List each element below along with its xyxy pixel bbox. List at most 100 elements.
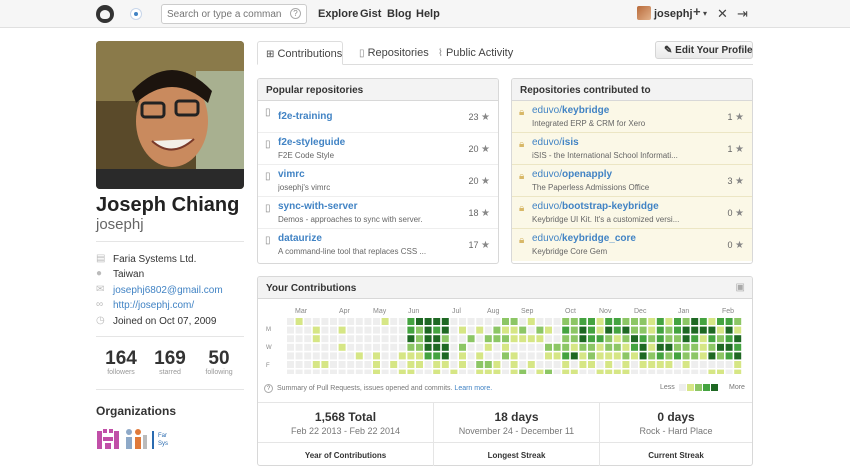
contribution-day[interactable] [407, 352, 415, 360]
contribution-day[interactable] [596, 343, 604, 351]
contribution-day[interactable] [459, 352, 466, 360]
contribution-day[interactable] [304, 335, 312, 343]
contribution-day[interactable] [510, 369, 518, 374]
contribution-day[interactable] [312, 369, 320, 374]
contribution-day[interactable] [734, 369, 742, 374]
contribution-day[interactable] [459, 318, 466, 325]
contribution-day[interactable] [622, 335, 630, 343]
contribution-day[interactable] [725, 361, 733, 368]
contribution-day[interactable] [725, 318, 733, 325]
contribution-day[interactable] [459, 335, 466, 343]
contribution-day[interactable] [656, 343, 664, 351]
contribution-day[interactable] [674, 335, 681, 343]
contribution-day[interactable] [338, 369, 346, 374]
contribution-day[interactable] [545, 361, 552, 368]
contribution-day[interactable] [648, 318, 656, 325]
contribution-day[interactable] [459, 369, 466, 374]
contribution-day[interactable] [536, 361, 544, 368]
contribution-day[interactable] [484, 352, 492, 360]
contribution-day[interactable] [691, 369, 699, 374]
contribution-day[interactable] [304, 318, 312, 325]
contribution-day[interactable] [527, 369, 535, 374]
contribution-day[interactable] [639, 369, 647, 374]
contribution-day[interactable] [450, 369, 458, 374]
contribution-day[interactable] [588, 335, 595, 343]
contribution-day[interactable] [648, 343, 656, 351]
contribution-day[interactable] [355, 352, 363, 360]
contribution-day[interactable] [295, 361, 303, 368]
contribution-day[interactable] [648, 352, 656, 360]
contribution-day[interactable] [373, 369, 380, 374]
contribution-day[interactable] [622, 361, 630, 368]
contribution-day[interactable] [312, 335, 320, 343]
contribution-day[interactable] [613, 352, 621, 360]
contribution-day[interactable] [708, 318, 716, 325]
contribution-day[interactable] [519, 343, 527, 351]
contribution-day[interactable] [347, 361, 355, 368]
contribution-day[interactable] [622, 369, 630, 374]
contribution-day[interactable] [321, 361, 329, 368]
contribution-day[interactable] [570, 335, 578, 343]
contribution-day[interactable] [545, 369, 552, 374]
contribution-day[interactable] [562, 318, 570, 325]
contribution-day[interactable] [674, 352, 681, 360]
contribution-day[interactable] [433, 369, 441, 374]
contribution-day[interactable] [355, 369, 363, 374]
contribution-day[interactable] [321, 343, 329, 351]
contribution-day[interactable] [699, 318, 707, 325]
contribution-day[interactable] [665, 343, 673, 351]
search-help-icon[interactable]: ? [290, 8, 301, 19]
contribution-day[interactable] [596, 335, 604, 343]
contribution-day[interactable] [639, 318, 647, 325]
contribution-day[interactable] [648, 326, 656, 334]
contribution-day[interactable] [338, 361, 346, 368]
contribution-day[interactable] [648, 361, 656, 368]
contribution-day[interactable] [330, 343, 337, 351]
contribution-day[interactable] [631, 318, 638, 325]
contribution-day[interactable] [725, 343, 733, 351]
contribution-day[interactable] [656, 318, 664, 325]
contribution-day[interactable] [553, 352, 561, 360]
contribution-day[interactable] [699, 361, 707, 368]
contribution-day[interactable] [674, 326, 681, 334]
contribution-day[interactable] [613, 318, 621, 325]
repo-item[interactable]: 🔒︎ eduvo/keybridge Integrated ERP & CRM … [512, 101, 752, 133]
contribution-day[interactable] [545, 335, 552, 343]
repo-item[interactable]: ▯ f2e-training 23 ★ [258, 101, 498, 133]
contribution-day[interactable] [622, 352, 630, 360]
contribution-day[interactable] [519, 326, 527, 334]
contribution-day[interactable] [605, 352, 613, 360]
contribution-day[interactable] [682, 335, 690, 343]
contribution-day[interactable] [312, 361, 320, 368]
contribution-day[interactable] [510, 361, 518, 368]
contribution-day[interactable] [390, 326, 398, 334]
contribution-day[interactable] [613, 369, 621, 374]
contribution-day[interactable] [656, 369, 664, 374]
contribution-day[interactable] [562, 335, 570, 343]
contribution-day[interactable] [596, 326, 604, 334]
contribution-day[interactable] [381, 326, 389, 334]
contribution-day[interactable] [734, 335, 742, 343]
contribution-day[interactable] [527, 352, 535, 360]
org-avatar-2[interactable] [124, 427, 148, 451]
contribution-day[interactable] [381, 343, 389, 351]
contribution-day[interactable] [527, 326, 535, 334]
contribution-day[interactable] [355, 343, 363, 351]
contribution-day[interactable] [407, 318, 415, 325]
contribution-day[interactable] [656, 326, 664, 334]
contribution-day[interactable] [579, 361, 587, 368]
contribution-day[interactable] [416, 343, 423, 351]
contribution-day[interactable] [708, 369, 716, 374]
contribution-day[interactable] [424, 361, 432, 368]
contribution-day[interactable] [287, 318, 294, 325]
contribution-day[interactable] [502, 318, 509, 325]
contribution-day[interactable] [364, 352, 372, 360]
contribution-day[interactable] [424, 318, 432, 325]
contribution-day[interactable] [330, 335, 337, 343]
contribution-day[interactable] [441, 343, 449, 351]
contribution-day[interactable] [476, 326, 484, 334]
contribution-day[interactable] [691, 335, 699, 343]
contribution-day[interactable] [304, 326, 312, 334]
contribution-day[interactable] [441, 326, 449, 334]
contribution-day[interactable] [355, 318, 363, 325]
